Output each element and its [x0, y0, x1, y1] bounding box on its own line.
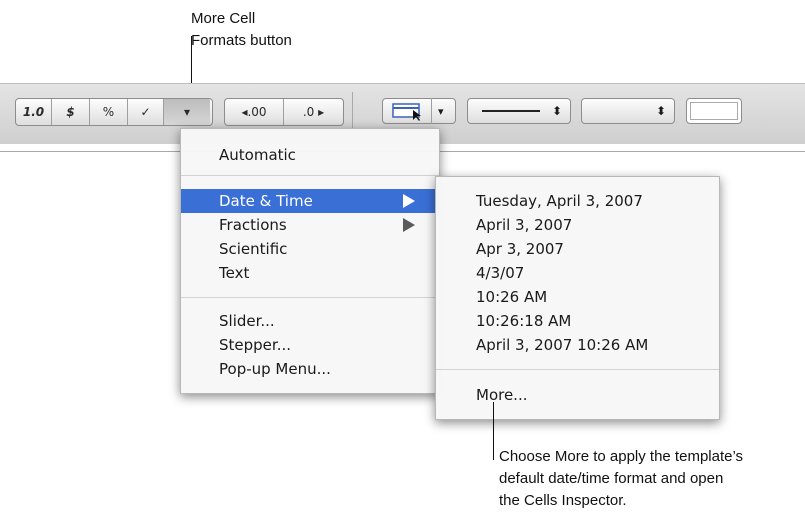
menu-separator: [181, 297, 439, 298]
color-swatch: [690, 102, 738, 120]
menu-item-automatic[interactable]: Automatic: [181, 143, 439, 167]
menu-item-label: More...: [476, 386, 528, 404]
menu-item-datetime-format[interactable]: April 3, 2007 10:26 AM: [436, 333, 719, 357]
menu-item-label: April 3, 2007 10:26 AM: [476, 336, 649, 354]
menu-item-label: Scientific: [219, 240, 288, 258]
menu-item-label: 10:26 AM: [476, 288, 548, 306]
stepper-arrows-icon: ⬍: [552, 104, 563, 118]
stroke-width-popup[interactable]: ⬍: [581, 98, 675, 124]
date-time-submenu: Tuesday, April 3, 2007 April 3, 2007 Apr…: [435, 176, 720, 420]
menu-item-label: 10:26:18 AM: [476, 312, 572, 330]
menu-item-label: Automatic: [219, 146, 296, 164]
callout-line: Choose More to apply the template’s: [499, 448, 744, 465]
menu-item-label: Date & Time: [219, 192, 313, 210]
menu-item-scientific[interactable]: Scientific: [181, 237, 439, 261]
line-style-popup[interactable]: ⬍: [467, 98, 571, 124]
menu-item-more[interactable]: More...: [436, 383, 719, 407]
percentage-format-button[interactable]: %: [90, 99, 128, 125]
currency-format-button[interactable]: $: [52, 99, 90, 125]
cell-format-buttons: 1.0 $ % ✓ ▾: [15, 98, 213, 126]
menu-item-date-format[interactable]: April 3, 2007: [436, 213, 719, 237]
cell-border-popup[interactable]: ▾: [382, 98, 456, 124]
submenu-arrow-icon: [403, 194, 415, 208]
menu-item-time-format[interactable]: 10:26 AM: [436, 285, 719, 309]
menu-item-label: Tuesday, April 3, 2007: [476, 192, 643, 210]
callout-more-cell-formats: More Cell Formats button: [191, 8, 292, 52]
menu-item-label: Text: [219, 264, 250, 282]
menu-item-stepper[interactable]: Stepper...: [181, 333, 439, 357]
menu-item-label: 4/3/07: [476, 264, 525, 282]
callout-choose-more: Choose More to apply the template’s defa…: [499, 446, 743, 512]
callout-line: More Cell: [191, 10, 256, 27]
menu-item-label: Apr 3, 2007: [476, 240, 564, 258]
popup-arrow-icon: ▾: [438, 104, 444, 118]
menu-item-label: Slider...: [219, 312, 275, 330]
callout-line: the Cells Inspector.: [499, 492, 627, 509]
menu-item-label: April 3, 2007: [476, 216, 573, 234]
increase-decimal-button[interactable]: ◂.00: [225, 99, 284, 125]
line-style-sample: [482, 110, 540, 112]
decimal-buttons: ◂.00 .0 ▸: [224, 98, 344, 126]
menu-item-date-time[interactable]: Date & Time: [181, 189, 439, 213]
callout-leader-line: [493, 402, 494, 460]
menu-item-label: Fractions: [219, 216, 287, 234]
number-format-button[interactable]: 1.0: [16, 99, 52, 125]
menu-item-time-format[interactable]: 10:26:18 AM: [436, 309, 719, 333]
checkbox-format-button[interactable]: ✓: [128, 99, 164, 125]
menu-separator: [181, 175, 439, 176]
menu-item-popup-menu[interactable]: Pop-up Menu...: [181, 357, 439, 381]
menu-item-date-format[interactable]: Tuesday, April 3, 2007: [436, 189, 719, 213]
menu-item-date-format[interactable]: Apr 3, 2007: [436, 237, 719, 261]
menu-item-date-format[interactable]: 4/3/07: [436, 261, 719, 285]
submenu-arrow-icon: [403, 218, 415, 232]
popup-divider: [431, 98, 432, 124]
callout-line: default date/time format and open: [499, 470, 724, 487]
menu-separator: [436, 369, 719, 370]
toolbar-separator: [352, 92, 353, 132]
menu-item-label: Pop-up Menu...: [219, 360, 331, 378]
more-cell-formats-button[interactable]: ▾: [164, 99, 210, 125]
menu-item-slider[interactable]: Slider...: [181, 309, 439, 333]
decrease-decimal-button[interactable]: .0 ▸: [284, 99, 343, 125]
stepper-arrows-icon: ⬍: [656, 104, 667, 118]
cell-formats-menu: Automatic Date & Time Fractions Scientif…: [180, 128, 440, 394]
stroke-color-well[interactable]: [686, 98, 742, 124]
menu-item-fractions[interactable]: Fractions: [181, 213, 439, 237]
cell-border-icon: [392, 103, 421, 121]
menu-item-label: Stepper...: [219, 336, 291, 354]
callout-line: Formats button: [191, 32, 292, 49]
menu-item-text[interactable]: Text: [181, 261, 439, 285]
